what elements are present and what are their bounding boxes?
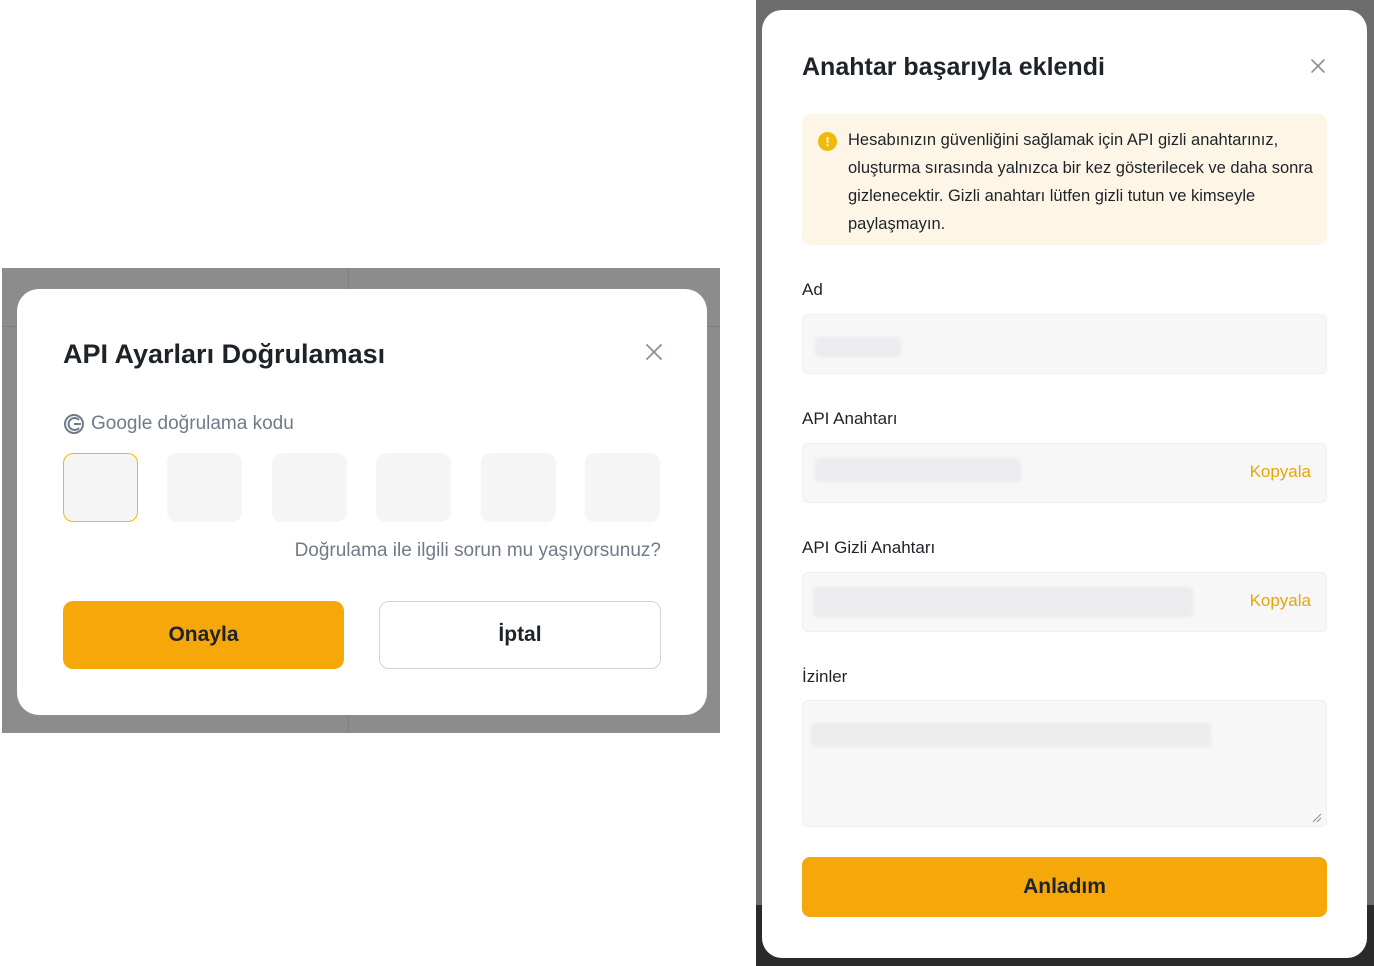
redacted-value [813, 587, 1193, 617]
verification-screenshot: API Ayarları Doğrulaması Google doğrulam… [2, 268, 720, 733]
verification-code-input [63, 453, 661, 523]
api-secret-label: API Gizli Anahtarı [802, 538, 936, 557]
cancel-button[interactable]: İptal [379, 601, 661, 669]
google-auth-label-text: Google doğrulama kodu [91, 413, 294, 434]
security-warning-text: Hesabınızın güvenliğini sağlamak için AP… [848, 131, 1313, 233]
code-digit-input-6[interactable] [585, 453, 660, 522]
key-created-screenshot: Anahtar başarıyla eklendi ! Hesabınızın … [756, 0, 1374, 966]
close-icon[interactable] [1309, 57, 1327, 75]
redacted-value [815, 458, 1021, 482]
close-icon[interactable] [643, 341, 665, 363]
redacted-value [811, 723, 1211, 747]
key-created-dialog: Anahtar başarıyla eklendi ! Hesabınızın … [762, 10, 1367, 958]
code-digit-input-3[interactable] [272, 453, 347, 522]
got-it-button[interactable]: Anladım [802, 857, 1327, 917]
name-field [802, 314, 1327, 374]
resize-grip-icon[interactable] [1312, 813, 1322, 823]
permissions-label: İzinler [802, 667, 848, 686]
code-digit-input-1[interactable] [63, 453, 138, 522]
redacted-value [815, 337, 901, 357]
copy-api-key-button[interactable]: Kopyala [1250, 462, 1311, 482]
api-settings-verification-dialog: API Ayarları Doğrulaması Google doğrulam… [17, 289, 707, 715]
api-key-field: Kopyala [802, 443, 1327, 503]
google-icon [64, 414, 84, 434]
copy-api-secret-button[interactable]: Kopyala [1250, 591, 1311, 611]
security-warning-box: ! Hesabınızın güvenliğini sağlamak için … [802, 114, 1327, 245]
code-digit-input-2[interactable] [167, 453, 242, 522]
code-digit-input-4[interactable] [376, 453, 451, 522]
google-auth-label: Google doğrulama kodu [63, 413, 294, 435]
verification-help-link[interactable]: Doğrulama ile ilgili sorun mu yaşıyorsun… [295, 540, 661, 562]
name-label: Ad [802, 280, 823, 299]
permissions-textarea[interactable] [802, 700, 1327, 827]
api-secret-field: Kopyala [802, 572, 1327, 632]
dialog-title: API Ayarları Doğrulaması [63, 339, 386, 369]
warning-icon: ! [818, 132, 837, 151]
code-digit-input-5[interactable] [481, 453, 556, 522]
api-key-label: API Anahtarı [802, 409, 898, 428]
dialog-title: Anahtar başarıyla eklendi [802, 53, 1105, 81]
confirm-button[interactable]: Onayla [63, 601, 344, 669]
